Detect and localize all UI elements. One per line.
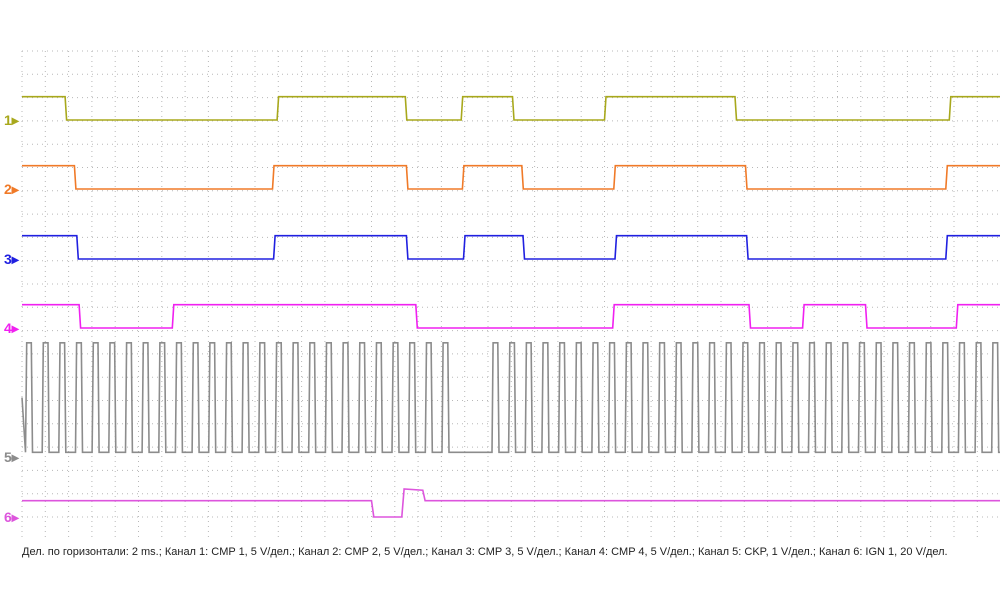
grid [21,50,1000,538]
channel-3-label: 3 [4,251,12,267]
trace-channel-3 [22,234,1000,260]
channel-4-marker: 4▸ [4,320,19,336]
channel-5-label: 5 [4,449,12,465]
oscilloscope-plot [21,50,1000,538]
trace-channel-6 [22,488,1000,518]
channel-2-marker: 2▸ [4,181,19,197]
channel-4-label: 4 [4,320,12,336]
channel-1-marker: 1▸ [4,112,19,128]
channel-5-marker: 5▸ [4,449,19,465]
channel-1-label: 1 [4,112,12,128]
channel-3-marker: 3▸ [4,251,19,267]
trace-channel-2 [22,164,1000,190]
trace-channel-5 [21,341,1000,454]
scale-caption: Дел. по горизонтали: 2 ms.; Канал 1: CMP… [22,546,948,558]
channel-2-label: 2 [4,181,12,197]
channel-6-label: 6 [4,509,12,525]
channel-6-marker: 6▸ [4,509,19,525]
